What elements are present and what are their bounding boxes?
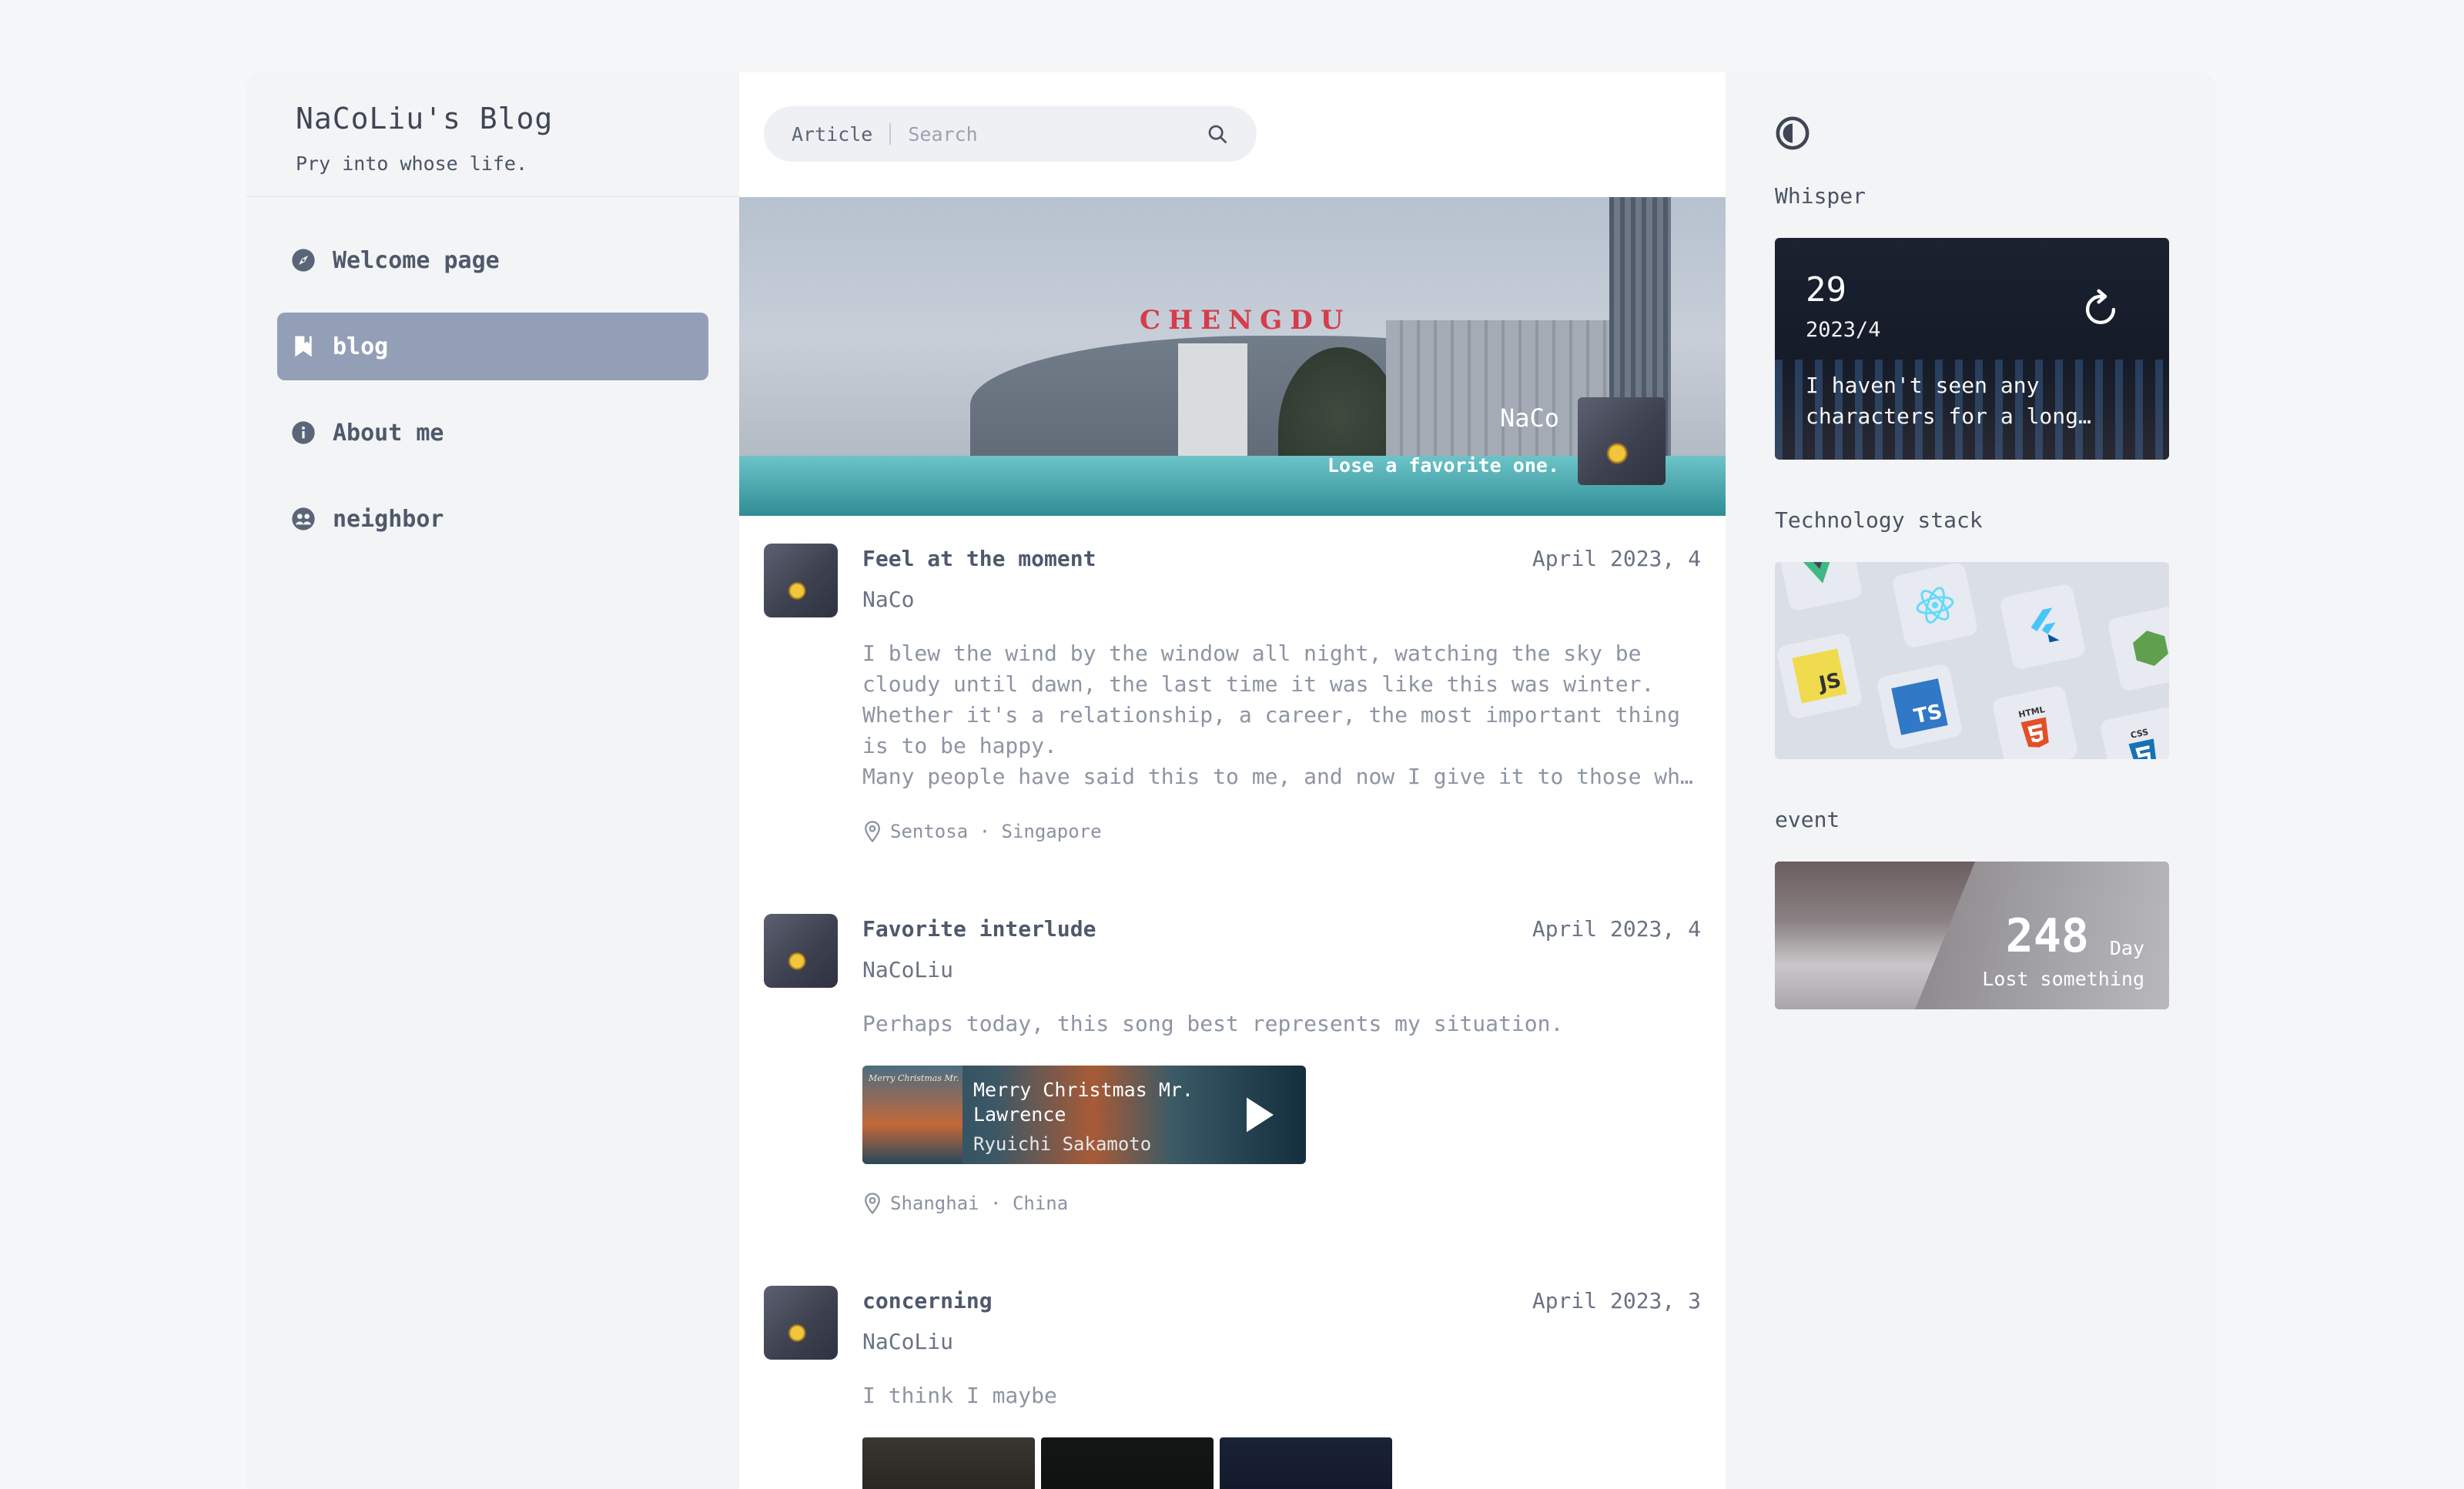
post-author: NaCoLiu xyxy=(862,1329,954,1354)
nav-label: About me xyxy=(333,419,444,447)
main-content: Article CHENGDU NaCo Lose a favorite one… xyxy=(739,72,1726,1489)
nav-item-blog[interactable]: blog xyxy=(277,313,708,380)
whisper-month: 2023/4 xyxy=(1806,318,1881,342)
post-image[interactable] xyxy=(862,1437,1035,1489)
cover-author-name: NaCo xyxy=(1499,403,1559,433)
main-nav: Welcome page blog About me neighbor xyxy=(246,197,739,553)
tech-stack-card[interactable]: JS TS HTML CSS xyxy=(1775,562,2169,759)
nav-label: blog xyxy=(333,333,389,360)
right-sidebar: Whisper 29 2023/4 I haven't seen any cha… xyxy=(1726,72,2216,1489)
cover-avatar[interactable] xyxy=(1578,397,1666,485)
post-location: Shanghai · China xyxy=(862,1192,1701,1215)
flutter-icon xyxy=(1999,583,2087,671)
post-location: Sentosa · Singapore xyxy=(862,820,1701,843)
event-caption: Lost something xyxy=(1982,968,2144,990)
post-header: Favorite interlude April 2023, 4 xyxy=(862,914,1701,943)
event-heading: event xyxy=(1775,807,1840,832)
post-image[interactable] xyxy=(1041,1437,1214,1489)
tech-stack-heading: Technology stack xyxy=(1775,507,1983,533)
search-input[interactable] xyxy=(908,122,1206,146)
post-author: NaCoLiu xyxy=(862,957,954,982)
post-author: NaCo xyxy=(862,587,915,612)
css3-tile: CSS xyxy=(2099,706,2169,759)
post-avatar[interactable] xyxy=(764,1286,838,1360)
post-location-text: Shanghai · China xyxy=(890,1193,1069,1214)
top-bar: Article xyxy=(739,72,1726,197)
react-icon xyxy=(1891,562,1979,649)
html5-tile: HTML xyxy=(1991,684,2079,759)
post-title[interactable]: Feel at the moment xyxy=(862,546,1096,571)
post-avatar[interactable] xyxy=(764,914,838,988)
app-frame: NaCoLiu's Blog Pry into whose life. Welc… xyxy=(246,72,2216,1489)
event-card[interactable]: 248 Day Lost something xyxy=(1775,862,2169,1009)
node-icon xyxy=(2107,604,2169,692)
brand: NaCoLiu's Blog Pry into whose life. xyxy=(246,72,739,197)
whisper-text: I haven't seen any characters for a long… xyxy=(1806,373,2079,429)
whisper-day: 29 xyxy=(1806,270,1846,310)
event-photo xyxy=(1775,862,1975,1009)
event-day-unit: Day xyxy=(2109,937,2144,959)
search-scope-selector[interactable]: Article xyxy=(792,123,872,146)
js-tile: JS xyxy=(1776,632,1863,720)
post-image[interactable] xyxy=(1220,1437,1392,1489)
theme-toggle-icon[interactable] xyxy=(1775,115,2167,151)
song-title: Merry Christmas Mr. Lawrence xyxy=(973,1079,1194,1126)
bookmark-icon xyxy=(291,334,316,359)
music-player-card[interactable]: Merry Christmas Mr. Lawrence Merry Chris… xyxy=(862,1066,1306,1164)
blog-title[interactable]: NaCoLiu's Blog xyxy=(296,102,739,136)
refresh-icon[interactable] xyxy=(2078,287,2123,332)
compass-icon xyxy=(291,248,316,273)
post-feed: Feel at the moment April 2023, 4 NaCo I … xyxy=(739,544,1726,1489)
cover-motto: Lose a favorite one. xyxy=(1327,454,1559,477)
post-location-text: Sentosa · Singapore xyxy=(890,821,1102,842)
post-title[interactable]: concerning xyxy=(862,1288,993,1313)
post-image-gallery xyxy=(862,1437,1701,1489)
post-item[interactable]: Favorite interlude April 2023, 4 NaCoLiu… xyxy=(764,914,1701,1215)
post-avatar[interactable] xyxy=(764,544,838,617)
whisper-card[interactable]: 29 2023/4 I haven't seen any characters … xyxy=(1775,238,2169,460)
album-cover-text: Merry Christmas Mr. Lawrence xyxy=(869,1073,961,1083)
nav-item-about[interactable]: About me xyxy=(277,399,708,467)
post-body: I blew the wind by the window all night,… xyxy=(862,641,1693,789)
post-title[interactable]: Favorite interlude xyxy=(862,916,1096,942)
nav-item-neighbor[interactable]: neighbor xyxy=(277,485,708,553)
post-date: April 2023, 3 xyxy=(1532,1287,1701,1313)
song-artist: Ryuichi Sakamoto xyxy=(973,1133,1152,1155)
nav-item-welcome[interactable]: Welcome page xyxy=(277,226,708,294)
info-icon xyxy=(291,420,316,445)
whisper-heading: Whisper xyxy=(1775,183,1866,209)
post-header: concerning April 2023, 3 xyxy=(862,1286,1701,1315)
post-body: I think I maybe xyxy=(862,1383,1057,1408)
post-date: April 2023, 4 xyxy=(1532,545,1701,571)
play-icon[interactable] xyxy=(1235,1092,1281,1138)
event-day-count: 248 xyxy=(2005,909,2089,963)
album-cover: Merry Christmas Mr. Lawrence xyxy=(862,1066,962,1164)
sidebar: NaCoLiu's Blog Pry into whose life. Welc… xyxy=(246,72,739,1489)
post-body: Perhaps today, this song best represents… xyxy=(862,1011,1564,1036)
cover-photo-sign: CHENGDU xyxy=(1140,305,1351,336)
ts-tile: TS xyxy=(1876,663,1964,751)
post-item[interactable]: Feel at the moment April 2023, 4 NaCo I … xyxy=(764,544,1701,843)
people-icon xyxy=(291,507,316,531)
search-icon[interactable] xyxy=(1206,122,1229,146)
nav-label: Welcome page xyxy=(333,246,500,274)
search-bar: Article xyxy=(764,106,1257,162)
post-date: April 2023, 4 xyxy=(1532,915,1701,942)
search-divider xyxy=(889,123,892,145)
post-header: Feel at the moment April 2023, 4 xyxy=(862,544,1701,573)
location-pin-icon xyxy=(865,1193,880,1215)
location-pin-icon xyxy=(865,821,880,843)
vue-icon xyxy=(1776,562,1863,612)
post-item[interactable]: concerning April 2023, 3 NaCoLiu I think… xyxy=(764,1286,1701,1489)
nav-label: neighbor xyxy=(333,505,444,533)
cover-banner: CHENGDU NaCo Lose a favorite one. xyxy=(739,197,1726,516)
blog-subtitle: Pry into whose life. xyxy=(296,152,528,175)
